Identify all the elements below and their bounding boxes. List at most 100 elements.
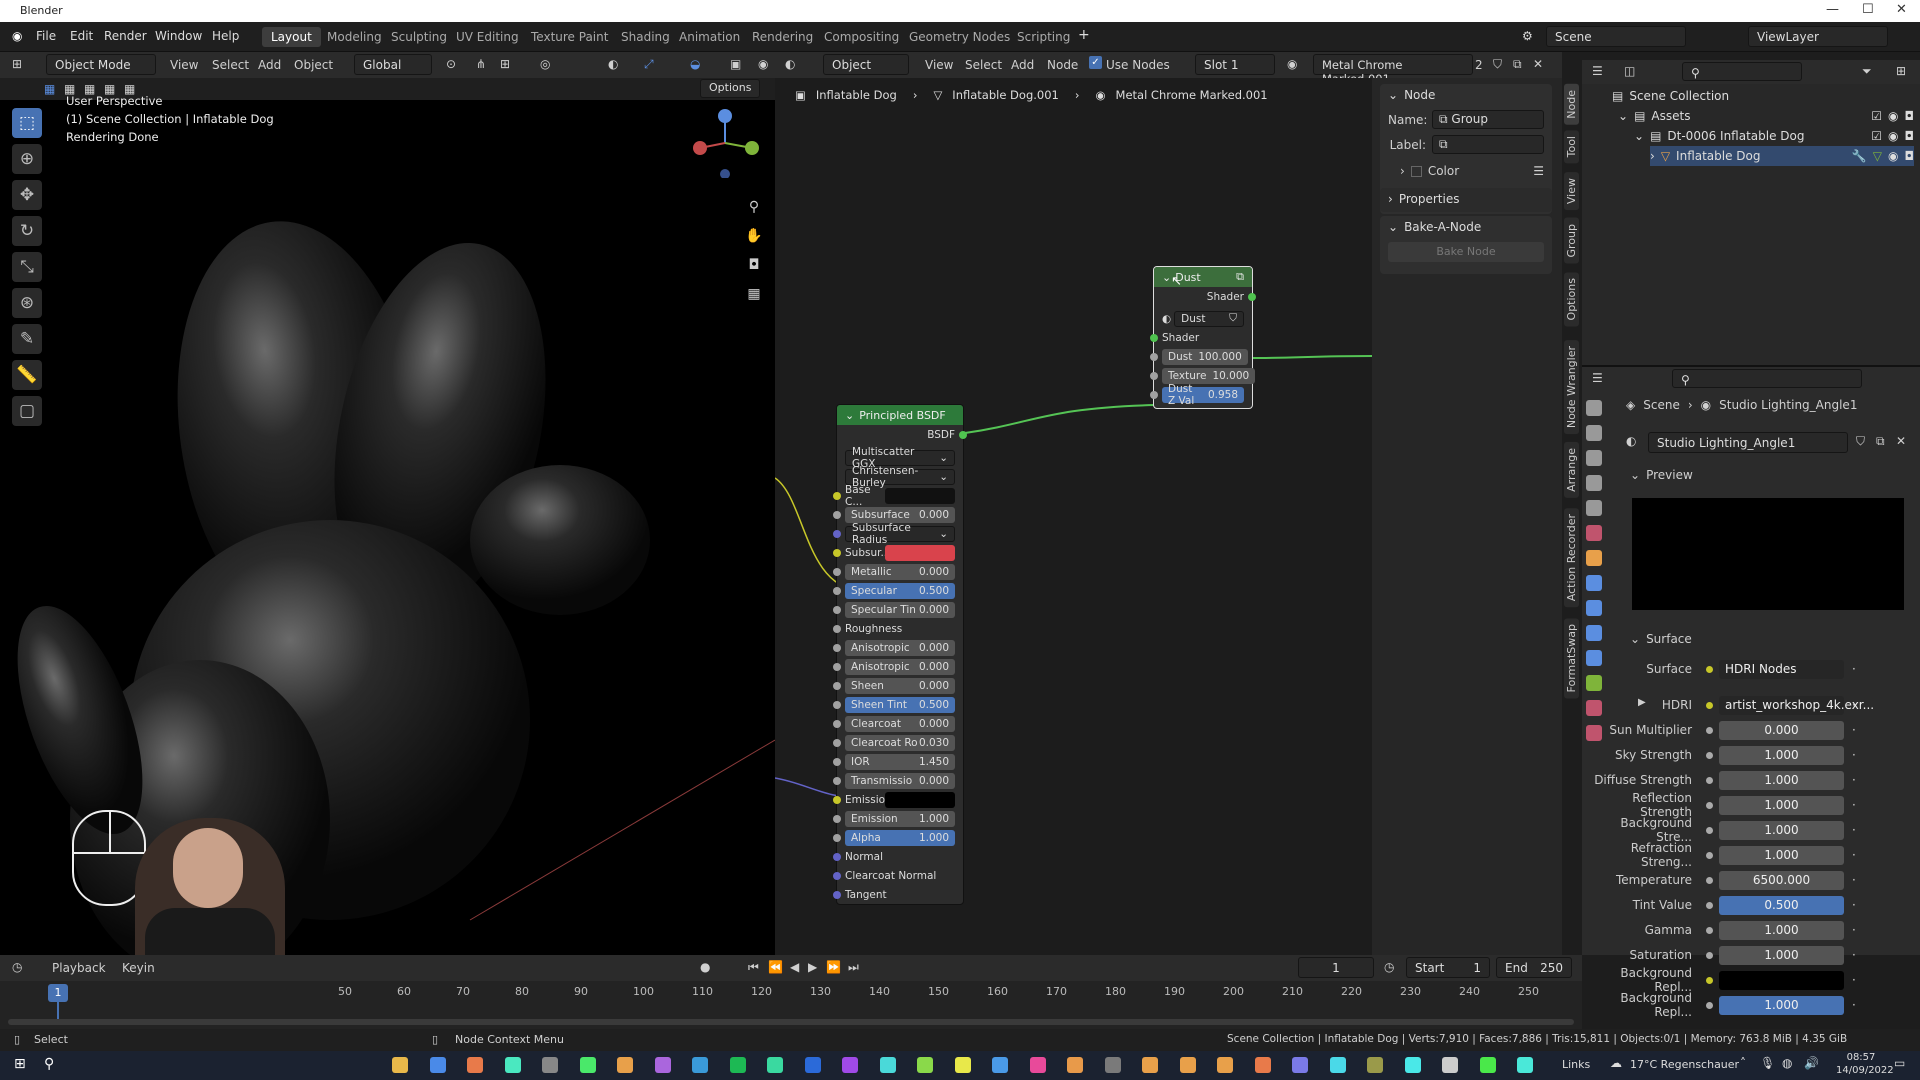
color-swatch[interactable]	[885, 544, 955, 561]
input-socket[interactable]	[833, 796, 841, 804]
z-axis-icon[interactable]	[718, 109, 732, 123]
workspace-tab-sculpting[interactable]: Sculpting	[382, 27, 456, 47]
input-socket[interactable]	[833, 872, 841, 880]
scene-field[interactable]: Scene	[1546, 26, 1686, 47]
property-socket-dot[interactable]	[1706, 665, 1713, 673]
property-socket-dot[interactable]	[1706, 901, 1713, 909]
property-socket-dot[interactable]	[1706, 951, 1713, 959]
node-label-field[interactable]: ⧉	[1432, 135, 1544, 154]
cursor-tool-icon[interactable]: ⊕	[12, 144, 42, 174]
expand-hdri-icon[interactable]: ▶	[1638, 697, 1646, 708]
taskbar-search-icon[interactable]: ⚲	[44, 1056, 54, 1072]
property-value-field[interactable]: 1.000	[1719, 945, 1844, 965]
camera-icon[interactable]: ◘	[1905, 149, 1915, 163]
bsdf-output-socket[interactable]	[959, 431, 967, 439]
input-field[interactable]: Sheen 0.000	[845, 677, 955, 694]
properties-editor-icon[interactable]: ☰	[1592, 371, 1603, 385]
material-users-count[interactable]: 2	[1475, 58, 1483, 72]
viewport-menu-view[interactable]: View	[170, 58, 198, 72]
subsurface-method-dropdown[interactable]: Christensen-Burley ⌄	[845, 465, 955, 489]
input-socket[interactable]	[833, 568, 841, 576]
principled-bsdf-node[interactable]: ⌄ Principled BSDF BSDF Multiscatter GGX ⌄…	[833, 404, 967, 905]
input-socket[interactable]	[1150, 372, 1158, 380]
node-menu-view[interactable]: View	[925, 58, 953, 72]
minimize-icon[interactable]: —	[1826, 2, 1839, 17]
taskbar-app-icon[interactable]	[767, 1057, 783, 1073]
keyframe-dot-icon[interactable]: ·	[1852, 798, 1856, 812]
display-mode-icon[interactable]: ◫	[1624, 64, 1635, 78]
taskbar-app-icon[interactable]	[1254, 1057, 1271, 1073]
zoom-icon[interactable]: ⚲	[744, 193, 764, 222]
taskbar-app-icon[interactable]	[1029, 1057, 1046, 1073]
keyframe-dot-icon[interactable]: ·	[1852, 948, 1856, 962]
input-field[interactable]: Transmissio 0.000	[845, 772, 955, 789]
property-value-field[interactable]: 1.000	[1719, 920, 1844, 940]
tab-node[interactable]: Node	[1564, 84, 1579, 125]
render-tab-icon[interactable]	[1586, 425, 1602, 441]
slot-dropdown[interactable]: Slot 1	[1195, 54, 1275, 75]
workspace-tab-compositing[interactable]: Compositing	[815, 27, 908, 47]
tab-action-recorder[interactable]: Action Recorder	[1564, 508, 1579, 608]
proportional-edit-icon[interactable]: ◎	[540, 57, 550, 71]
visibility-icon[interactable]: ◐	[608, 57, 618, 71]
taskbar-app-icon[interactable]	[1142, 1057, 1158, 1073]
blender-logo-icon[interactable]: ◉	[12, 29, 22, 43]
object-mode-dropdown[interactable]: Object Mode	[46, 54, 156, 75]
shading-solid-icon[interactable]: ◉	[758, 57, 768, 71]
property-value-field[interactable]: 1.000	[1719, 995, 1844, 1015]
property-socket-dot[interactable]	[1706, 801, 1713, 809]
camera-icon[interactable]: ◘	[1905, 129, 1915, 143]
properties-search-field[interactable]: ⚲	[1672, 369, 1862, 388]
input-socket[interactable]	[833, 530, 841, 538]
node-menu-node[interactable]: Node	[1047, 58, 1078, 72]
node-panel-header[interactable]: ⌄ Node	[1380, 84, 1552, 106]
eye-icon[interactable]: ◉	[1888, 129, 1898, 143]
workspace-tab-shading[interactable]: Shading	[612, 27, 679, 47]
keyframe-dot-icon[interactable]: ·	[1852, 723, 1856, 737]
taskbar-app-icon[interactable]	[467, 1057, 483, 1073]
menu-help[interactable]: Help	[212, 29, 239, 43]
timeline[interactable]: 50 60 70 80 90 100 110 120 130 140 150 160 170 180 190…	[0, 981, 1582, 1029]
node-group-icon[interactable]: ⧉	[1236, 270, 1244, 284]
input-socket[interactable]	[833, 625, 841, 633]
input-socket[interactable]	[833, 606, 841, 614]
tab-view[interactable]: View	[1564, 172, 1579, 211]
principled-bsdf-header[interactable]: ⌄ Principled BSDF	[837, 405, 963, 425]
input-socket[interactable]	[833, 758, 841, 766]
keyframe-dot-icon[interactable]: ·	[1852, 873, 1856, 887]
property-value-field[interactable]: 1.000	[1719, 745, 1844, 765]
measure-tool-icon[interactable]: 📏	[12, 360, 42, 390]
x-axis-icon[interactable]	[693, 141, 707, 155]
grid-icon[interactable]: ▦	[744, 280, 764, 309]
taskbar-app-icon[interactable]	[1517, 1057, 1533, 1073]
input-field[interactable]: Metallic 0.000	[845, 563, 955, 580]
color-swatch[interactable]	[885, 487, 955, 504]
dust-output-socket[interactable]	[1248, 293, 1256, 301]
unlink-world-icon[interactable]: ✕	[1896, 434, 1906, 448]
taskbar-app-icon[interactable]	[842, 1057, 858, 1073]
input-socket[interactable]	[833, 720, 841, 728]
taskbar-app-icon[interactable]	[917, 1057, 933, 1073]
keyframe-dot-icon[interactable]: ·	[1852, 848, 1856, 862]
input-socket[interactable]	[833, 739, 841, 747]
input-field[interactable]: Clearcoat Ro 0.030	[845, 734, 955, 751]
pivot-icon[interactable]: ⊙	[446, 57, 456, 71]
property-value-field[interactable]: 0.500	[1719, 895, 1844, 915]
taskbar-app-icon[interactable]	[1217, 1057, 1233, 1073]
taskbar-app-icon[interactable]	[729, 1057, 746, 1073]
taskbar-app-icon[interactable]	[692, 1057, 708, 1073]
property-socket-dot[interactable]	[1706, 976, 1713, 984]
node-editor-type-icon[interactable]: ◐	[785, 57, 795, 71]
input-field[interactable]: Subsurface 0.000	[845, 506, 955, 523]
unlink-material-icon[interactable]: ✕	[1533, 57, 1543, 71]
fake-user-icon[interactable]: ⛉	[1493, 57, 1502, 72]
current-frame-field[interactable]: 1	[1298, 957, 1374, 978]
keyframe-dot-icon[interactable]: ·	[1852, 662, 1856, 676]
outliner-item-inflatable-dog-collection[interactable]: ⌄ ▤ Dt-0006 Inflatable Dog ☑ ◉ ◘	[1634, 126, 1914, 146]
gizmo-icon[interactable]: ⤢	[644, 57, 654, 72]
taskbar-app-icon[interactable]	[1479, 1057, 1496, 1073]
taskbar-app-icon[interactable]	[617, 1057, 633, 1073]
input-field[interactable]: Emission 1.000	[845, 810, 955, 827]
world-browse-icon[interactable]: ◐	[1626, 434, 1636, 448]
taskbar-app-icon[interactable]	[429, 1057, 446, 1073]
